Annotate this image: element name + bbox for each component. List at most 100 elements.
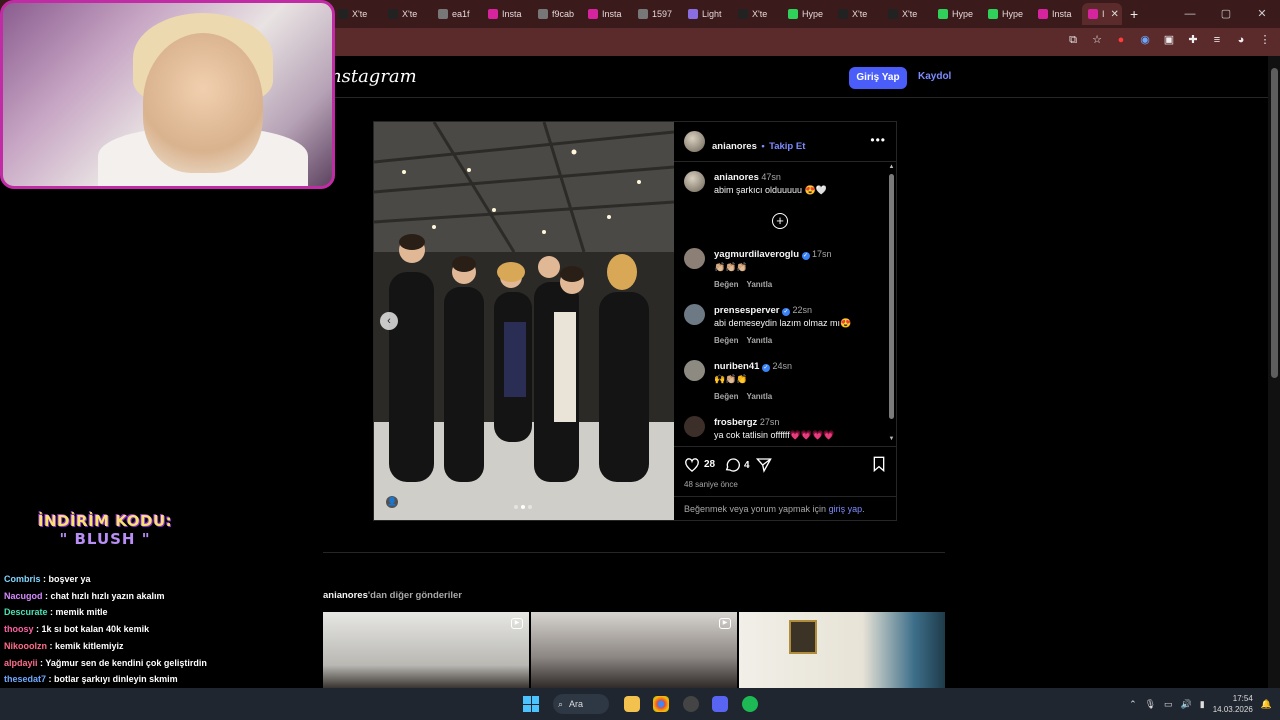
share-action[interactable] bbox=[756, 457, 772, 473]
commenter-avatar[interactable] bbox=[684, 360, 705, 381]
scroll-up-icon[interactable]: ▲ bbox=[888, 164, 895, 170]
browser-menu-icon[interactable]: ⋮ bbox=[1258, 33, 1272, 47]
commenter-avatar[interactable] bbox=[684, 416, 705, 437]
browser-tab[interactable]: X'te bbox=[832, 3, 882, 25]
comment-like-button[interactable]: Beğen bbox=[714, 336, 738, 345]
maximize-icon[interactable]: ▢ bbox=[1208, 0, 1244, 28]
more-posts-grid: ▶ ▶ bbox=[323, 612, 945, 688]
browser-tab[interactable]: Insta bbox=[582, 3, 632, 25]
page-scrollbar[interactable] bbox=[1268, 56, 1280, 688]
discord-icon[interactable] bbox=[712, 696, 728, 712]
comment-like-button[interactable]: Beğen bbox=[714, 280, 738, 289]
spotify-icon[interactable] bbox=[742, 696, 758, 712]
browser-tab[interactable]: Hype bbox=[782, 3, 832, 25]
microphone-icon[interactable]: 🎙 bbox=[1145, 699, 1156, 710]
windows-start-icon[interactable] bbox=[523, 696, 539, 712]
chat-username[interactable]: thoosy bbox=[4, 624, 34, 634]
tray-overflow-icon[interactable]: ⌃ bbox=[1129, 699, 1137, 710]
post-photo[interactable]: ‹ 👤 bbox=[374, 122, 674, 520]
comment-username[interactable]: prensesperver bbox=[714, 305, 779, 316]
signup-link[interactable]: Kaydol bbox=[918, 71, 951, 82]
comment-action[interactable]: 4 bbox=[724, 457, 750, 473]
grid-post[interactable]: ▶ bbox=[531, 612, 737, 688]
page-scroll-thumb[interactable] bbox=[1271, 68, 1278, 378]
chat-username[interactable]: Combris bbox=[4, 574, 41, 584]
obs-icon[interactable] bbox=[683, 696, 699, 712]
minimize-icon[interactable]: — bbox=[1172, 0, 1208, 28]
load-more-comments-icon[interactable]: + bbox=[772, 213, 788, 229]
author-avatar[interactable] bbox=[684, 131, 705, 152]
clock[interactable]: 17:54 14.03.2026 bbox=[1213, 693, 1253, 715]
grid-post[interactable] bbox=[739, 612, 945, 688]
chat-username[interactable]: thesedat7 bbox=[4, 674, 46, 684]
commenter-avatar[interactable] bbox=[684, 248, 705, 269]
more-options-icon[interactable]: ••• bbox=[870, 133, 886, 147]
browser-tab[interactable]: I ✕ bbox=[1082, 3, 1122, 25]
profile-avatar-icon[interactable]: ◕ bbox=[1234, 33, 1248, 47]
more-posts-user[interactable]: anianores bbox=[323, 590, 368, 601]
user-tag-icon[interactable]: 👤 bbox=[386, 496, 398, 508]
reading-list-icon[interactable]: ≡ bbox=[1210, 33, 1224, 47]
browser-tab[interactable]: X'te bbox=[882, 3, 932, 25]
extension-icon[interactable]: ▣ bbox=[1162, 33, 1176, 47]
browser-tab[interactable]: 1597 bbox=[632, 3, 682, 25]
browser-tab[interactable]: Insta bbox=[1032, 3, 1082, 25]
new-tab-button[interactable]: + bbox=[1130, 3, 1138, 25]
network-icon[interactable]: ▭ bbox=[1164, 699, 1173, 710]
caption-avatar[interactable] bbox=[684, 171, 705, 192]
file-explorer-icon[interactable] bbox=[624, 696, 640, 712]
comment-reply-button[interactable]: Yanıtla bbox=[746, 336, 772, 345]
previous-image-button[interactable]: ‹ bbox=[380, 312, 398, 330]
comments-scroll-thumb[interactable] bbox=[889, 174, 894, 419]
author-username[interactable]: anianores bbox=[712, 141, 757, 152]
save-action[interactable] bbox=[872, 456, 886, 477]
like-action[interactable]: 28 bbox=[684, 457, 715, 472]
bookmark-star-icon[interactable]: ☆ bbox=[1090, 33, 1104, 47]
battery-icon[interactable]: ▮ bbox=[1200, 699, 1205, 710]
close-window-icon[interactable]: ✕ bbox=[1244, 0, 1280, 28]
tab-favicon-icon bbox=[838, 9, 848, 19]
browser-tab[interactable]: Insta bbox=[482, 3, 532, 25]
chat-username[interactable]: Descurate bbox=[4, 607, 48, 617]
taskbar-search[interactable]: ⌕ Ara bbox=[553, 694, 609, 714]
login-prompt-link[interactable]: giriş yap bbox=[829, 504, 863, 514]
browser-tab[interactable]: ea1f bbox=[432, 3, 482, 25]
caption-username[interactable]: anianores bbox=[714, 172, 759, 183]
browser-tab[interactable]: Hype bbox=[932, 3, 982, 25]
comment-username[interactable]: yagmurdilaveroglu bbox=[714, 249, 799, 260]
comment-username[interactable]: frosbergz bbox=[714, 417, 757, 428]
tab-close-icon[interactable]: ✕ bbox=[1111, 9, 1119, 20]
comment-username[interactable]: nuriben41 bbox=[714, 361, 759, 372]
comments-scrollbar[interactable]: ▲ ▼ bbox=[888, 164, 895, 444]
share-icon[interactable] bbox=[756, 457, 772, 473]
install-app-icon[interactable]: ⧉ bbox=[1066, 33, 1080, 47]
extension-audio-icon[interactable]: ◉ bbox=[1138, 33, 1152, 47]
browser-tab[interactable]: X'te bbox=[382, 3, 432, 25]
browser-tab[interactable]: X'te bbox=[732, 3, 782, 25]
notifications-icon[interactable]: 🔔 bbox=[1261, 699, 1272, 710]
comment-like-button[interactable]: Beğen bbox=[714, 392, 738, 401]
extensions-puzzle-icon[interactable]: ✚ bbox=[1186, 33, 1200, 47]
login-button[interactable]: Giriş Yap bbox=[849, 67, 907, 89]
browser-tab[interactable]: f9cab bbox=[532, 3, 582, 25]
comment-icon[interactable] bbox=[724, 457, 740, 473]
heart-icon[interactable] bbox=[684, 457, 700, 472]
chrome-icon[interactable] bbox=[653, 696, 669, 712]
comment-reply-button[interactable]: Yanıtla bbox=[746, 280, 772, 289]
bookmark-icon[interactable] bbox=[872, 456, 886, 473]
extension-red-icon[interactable]: ● bbox=[1114, 33, 1128, 47]
chat-username[interactable]: Nacugod bbox=[4, 591, 43, 601]
commenter-avatar[interactable] bbox=[684, 304, 705, 325]
comment-reply-button[interactable]: Yanıtla bbox=[746, 392, 772, 401]
browser-tab[interactable]: Hype bbox=[982, 3, 1032, 25]
instagram-logo[interactable]: nstagram bbox=[330, 66, 417, 87]
chat-username[interactable]: alpdayii bbox=[4, 658, 38, 668]
grid-post[interactable]: ▶ bbox=[323, 612, 529, 688]
scroll-down-icon[interactable]: ▼ bbox=[888, 436, 895, 442]
follow-button[interactable]: Takip Et bbox=[769, 141, 805, 152]
browser-tab[interactable]: Light bbox=[682, 3, 732, 25]
chat-username[interactable]: Nikooolzn bbox=[4, 641, 47, 651]
tab-favicon-icon bbox=[1088, 9, 1098, 19]
volume-icon[interactable]: 🔊 bbox=[1181, 699, 1192, 710]
browser-tab[interactable]: X'te bbox=[332, 3, 382, 25]
